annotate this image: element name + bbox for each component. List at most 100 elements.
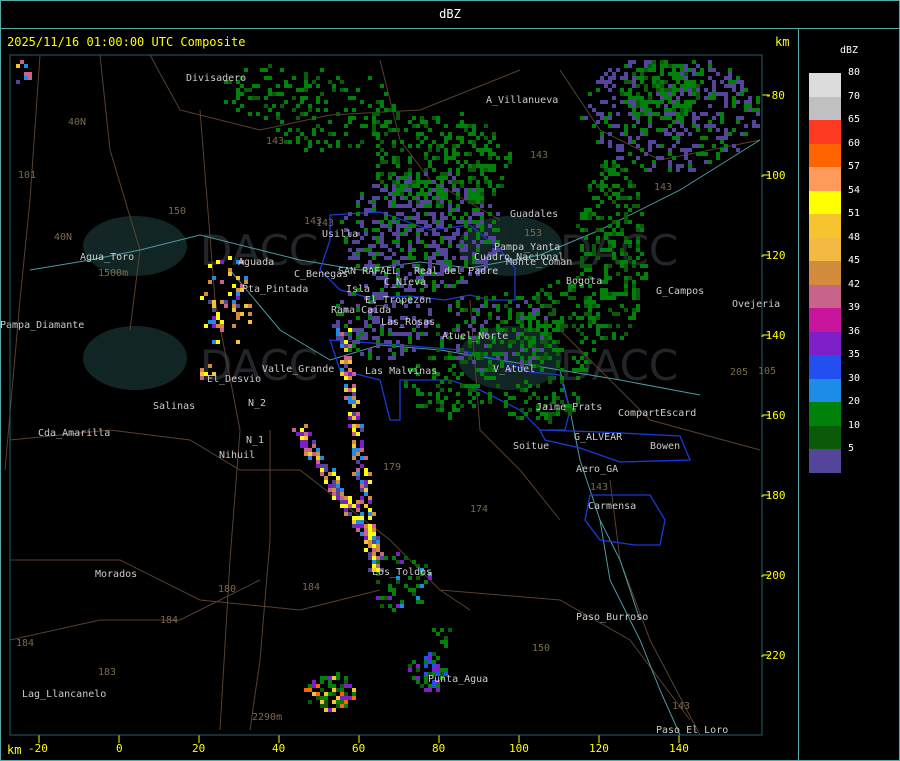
radar-echo-pixel (352, 692, 356, 696)
radar-echo-pixel (652, 64, 656, 68)
radar-echo-pixel (364, 116, 368, 120)
radar-echo-pixel (372, 524, 376, 528)
radar-echo-pixel (476, 392, 480, 396)
radar-echo-pixel (552, 300, 556, 304)
radar-echo-pixel (344, 332, 348, 336)
legend-level-label: 30 (848, 372, 861, 384)
radar-echo-pixel (696, 124, 700, 128)
radar-echo-pixel (316, 84, 320, 88)
place-label: Jaime Prats (536, 402, 602, 413)
radar-echo-pixel (612, 200, 616, 204)
radar-echo-pixel (712, 68, 716, 72)
radar-echo-pixel (352, 416, 356, 420)
radar-echo-pixel (616, 192, 620, 196)
radar-echo-pixel (500, 176, 504, 180)
radar-echo-pixel (668, 112, 672, 116)
radar-echo-pixel (272, 104, 276, 108)
radar-echo-pixel (608, 240, 612, 244)
radar-echo-pixel (440, 176, 444, 180)
radar-echo-pixel (488, 364, 492, 368)
radar-echo-pixel (352, 504, 356, 508)
radar-echo-pixel (396, 116, 400, 120)
radar-echo-pixel (344, 88, 348, 92)
radar-echo-pixel (304, 88, 308, 92)
radar-echo-pixel (556, 328, 560, 332)
radar-echo-pixel (400, 176, 404, 180)
radar-echo-pixel (588, 268, 592, 272)
radar-echo-pixel (356, 204, 360, 208)
radar-echo-pixel (456, 400, 460, 404)
route-number: 1500m (98, 268, 128, 279)
radar-echo-pixel (700, 112, 704, 116)
radar-echo-pixel (456, 204, 460, 208)
radar-echo-pixel (604, 264, 608, 268)
radar-echo-pixel (628, 196, 632, 200)
radar-echo-pixel (532, 328, 536, 332)
radar-echo-pixel (344, 512, 348, 516)
radar-echo-pixel (356, 468, 360, 472)
radar-echo-pixel (660, 116, 664, 120)
radar-echo-pixel (396, 188, 400, 192)
radar-echo-pixel (260, 68, 264, 72)
radar-echo-pixel (608, 76, 612, 80)
radar-echo-pixel (596, 316, 600, 320)
radar-echo-pixel (492, 304, 496, 308)
radar-echo-pixel (368, 500, 372, 504)
radar-echo-pixel (452, 232, 456, 236)
radar-echo-pixel (380, 148, 384, 152)
radar-echo-pixel (724, 148, 728, 152)
radar-echo-pixel (432, 116, 436, 120)
radar-echo-pixel (472, 168, 476, 172)
radar-echo-pixel (604, 324, 608, 328)
radar-echo-pixel (364, 484, 368, 488)
radar-echo-pixel (360, 516, 364, 520)
radar-echo-pixel (700, 80, 704, 84)
radar-echo-pixel (424, 404, 428, 408)
radar-echo-pixel (212, 276, 216, 280)
radar-echo-pixel (276, 112, 280, 116)
radar-echo-pixel (452, 176, 456, 180)
radar-echo-pixel (364, 336, 368, 340)
radar-echo-pixel (640, 104, 644, 108)
radar-echo-pixel (440, 640, 444, 644)
radar-map[interactable]: DACC DACC DACC DACC DivisaderoA_Villanue… (0, 0, 900, 761)
radar-echo-pixel (544, 416, 548, 420)
radar-echo-pixel (592, 248, 596, 252)
radar-echo-pixel (344, 240, 348, 244)
radar-echo-pixel (496, 228, 500, 232)
radar-echo-pixel (464, 308, 468, 312)
radar-echo-pixel (440, 400, 444, 404)
radar-echo-pixel (720, 140, 724, 144)
radar-echo-pixel (376, 108, 380, 112)
radar-echo-pixel (500, 352, 504, 356)
radar-echo-pixel (496, 304, 500, 308)
radar-echo-pixel (496, 184, 500, 188)
radar-echo-pixel (724, 100, 728, 104)
legend-swatch (809, 73, 841, 98)
radar-echo-pixel (648, 144, 652, 148)
radar-echo-pixel (436, 688, 440, 692)
radar-echo-pixel (608, 224, 612, 228)
radar-echo-pixel (376, 240, 380, 244)
place-label: Punta_Agua (428, 674, 488, 685)
radar-echo-pixel (236, 312, 240, 316)
radar-echo-pixel (676, 72, 680, 76)
radar-echo-pixel (660, 84, 664, 88)
legend-level-label: 48 (848, 231, 861, 243)
radar-echo-pixel (560, 380, 564, 384)
radar-echo-pixel (580, 228, 584, 232)
radar-echo-pixel (404, 216, 408, 220)
radar-echo-pixel (472, 176, 476, 180)
radar-echo-pixel (396, 228, 400, 232)
radar-echo-pixel (672, 120, 676, 124)
route-number: 143 (672, 701, 690, 712)
radar-echo-pixel (712, 92, 716, 96)
place-label: Pta_Pintada (242, 284, 308, 295)
radar-echo-pixel (496, 352, 500, 356)
radar-echo-pixel (492, 220, 496, 224)
radar-echo-pixel (636, 100, 640, 104)
radar-echo-pixel (352, 328, 356, 332)
radar-echo-pixel (388, 108, 392, 112)
radar-echo-pixel (480, 324, 484, 328)
radar-echo-pixel (528, 304, 532, 308)
